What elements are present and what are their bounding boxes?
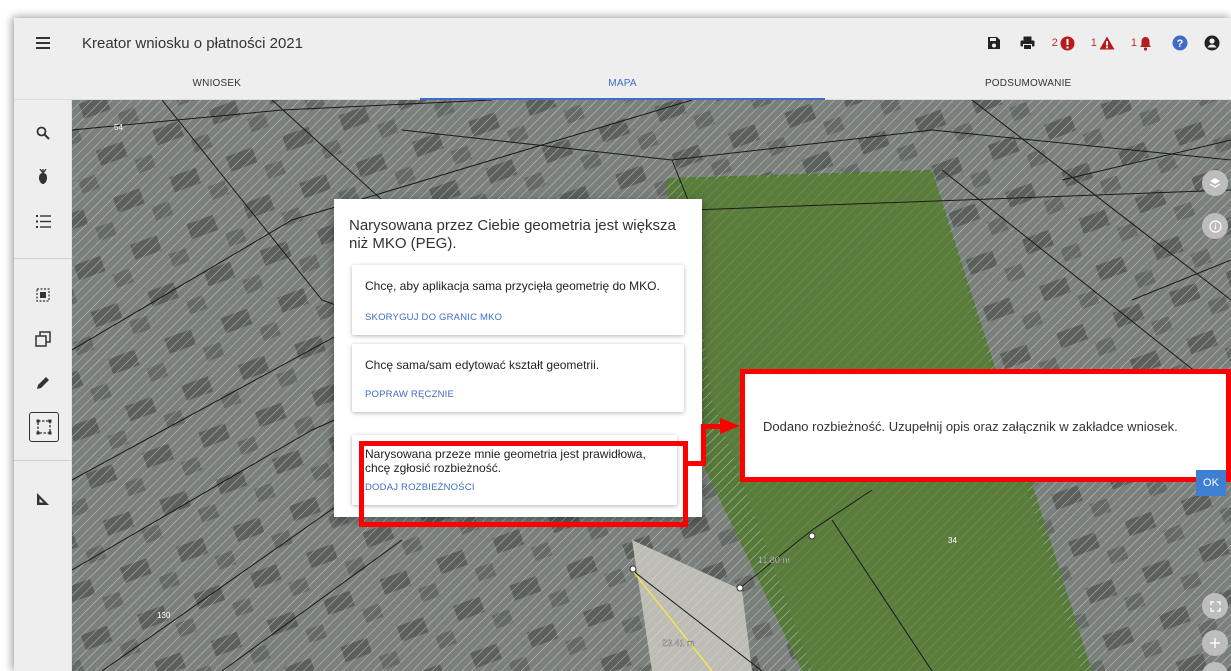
pin-icon: [39, 169, 47, 184]
plant-tool-button[interactable]: [26, 160, 60, 194]
errors-button[interactable]: 2: [1049, 28, 1078, 58]
warnings-count: 1: [1090, 37, 1097, 49]
option-text: Chcę sama/sam edytować kształt geometrii…: [365, 358, 600, 372]
sidebar-divider: [14, 258, 72, 259]
errors-count: 2: [1051, 37, 1058, 49]
alerts-count: 1: [1130, 37, 1137, 49]
measure-icon: [37, 493, 49, 505]
menu-icon: [36, 37, 50, 49]
alerts-button[interactable]: 1: [1128, 28, 1155, 58]
edit-pencil-icon: [37, 377, 49, 389]
arrow-head-icon: [720, 418, 740, 434]
app-title: Kreator wniosku o płatności 2021: [82, 34, 303, 52]
copy-geometry-icon: [35, 331, 51, 347]
list-tool-button[interactable]: [26, 204, 60, 238]
discrepancy-added-notification: Dodano rozbieżność. Uzupełnij opis oraz …: [740, 369, 1231, 496]
parcel-label-34: 34: [948, 536, 957, 545]
select-area-icon: [36, 288, 50, 302]
manual-edit-button[interactable]: POPRAW RĘCZNIE: [365, 389, 454, 400]
parcel-label-54: 54: [114, 123, 123, 132]
bell-icon: [1140, 36, 1151, 51]
layers-icon: [1209, 178, 1221, 188]
layers-button[interactable]: [1202, 170, 1228, 196]
info-icon: [1208, 219, 1222, 233]
option-text: Chcę, aby aplikacja sama przycięła geome…: [365, 279, 660, 293]
dimension-label: 11.80 m: [758, 555, 790, 565]
tab-bar: WNIOSEK MAPA PODSUMOWANIE: [14, 68, 1231, 100]
parcel-label-130: 130: [157, 611, 171, 620]
map-tools-sidebar: [14, 100, 72, 671]
warnings-button[interactable]: 1: [1088, 28, 1118, 58]
help-icon: ?: [1172, 35, 1188, 51]
help-button[interactable]: ?: [1169, 28, 1191, 58]
plus-icon: [1210, 638, 1220, 648]
top-bar: Kreator wniosku o płatności 2021 2 1 1 ?: [14, 18, 1231, 68]
notification-message: Dodano rozbieżność. Uzupełnij opis oraz …: [763, 419, 1178, 434]
tab-wniosek[interactable]: WNIOSEK: [14, 68, 420, 99]
sidebar-divider: [14, 460, 72, 461]
info-button[interactable]: [1202, 213, 1228, 239]
tab-mapa[interactable]: MAPA: [419, 68, 826, 100]
search-tool-button[interactable]: [26, 116, 60, 150]
option-card-auto-trim: Chcę, aby aplikacja sama przycięła geome…: [352, 265, 684, 335]
connector-line: [701, 424, 706, 466]
toolbar-actions: 2 1 1 ?: [983, 18, 1223, 68]
search-icon: [36, 126, 50, 140]
dimension-label: 23.41 m: [662, 638, 695, 648]
fullscreen-button[interactable]: [1202, 593, 1228, 619]
auto-trim-button[interactable]: SKORYGUJ DO GRANIC MKO: [365, 312, 502, 323]
dialog-title: Narysowana przez Ciebie geometria jest w…: [349, 217, 676, 252]
svg-text:?: ?: [1177, 38, 1184, 50]
measure-tool-button[interactable]: [26, 482, 60, 516]
ok-button[interactable]: OK: [1196, 470, 1226, 496]
hamburger-menu-button[interactable]: [14, 18, 72, 68]
option-card-manual-edit: Chcę sama/sam edytować kształt geometrii…: [352, 344, 684, 412]
copy-geometry-tool-button[interactable]: [26, 322, 60, 356]
save-button[interactable]: [983, 28, 1005, 58]
error-icon: [1060, 36, 1075, 50]
tab-podsumowanie[interactable]: PODSUMOWANIE: [825, 68, 1231, 99]
edit-tool-button[interactable]: [26, 366, 60, 400]
print-button[interactable]: [1017, 28, 1039, 58]
zoom-in-button[interactable]: [1202, 630, 1228, 656]
fullscreen-icon: [1209, 600, 1221, 612]
select-area-tool-button[interactable]: [26, 278, 60, 312]
draw-rectangle-tool-button[interactable]: [29, 412, 59, 442]
account-icon: [1204, 35, 1220, 51]
print-icon: [1020, 36, 1035, 50]
draw-rectangle-icon: [36, 419, 52, 435]
warning-icon: [1099, 36, 1115, 50]
highlight-frame: [359, 441, 688, 527]
list-icon: [35, 214, 51, 228]
account-button[interactable]: [1201, 28, 1223, 58]
save-icon: [987, 37, 1000, 49]
